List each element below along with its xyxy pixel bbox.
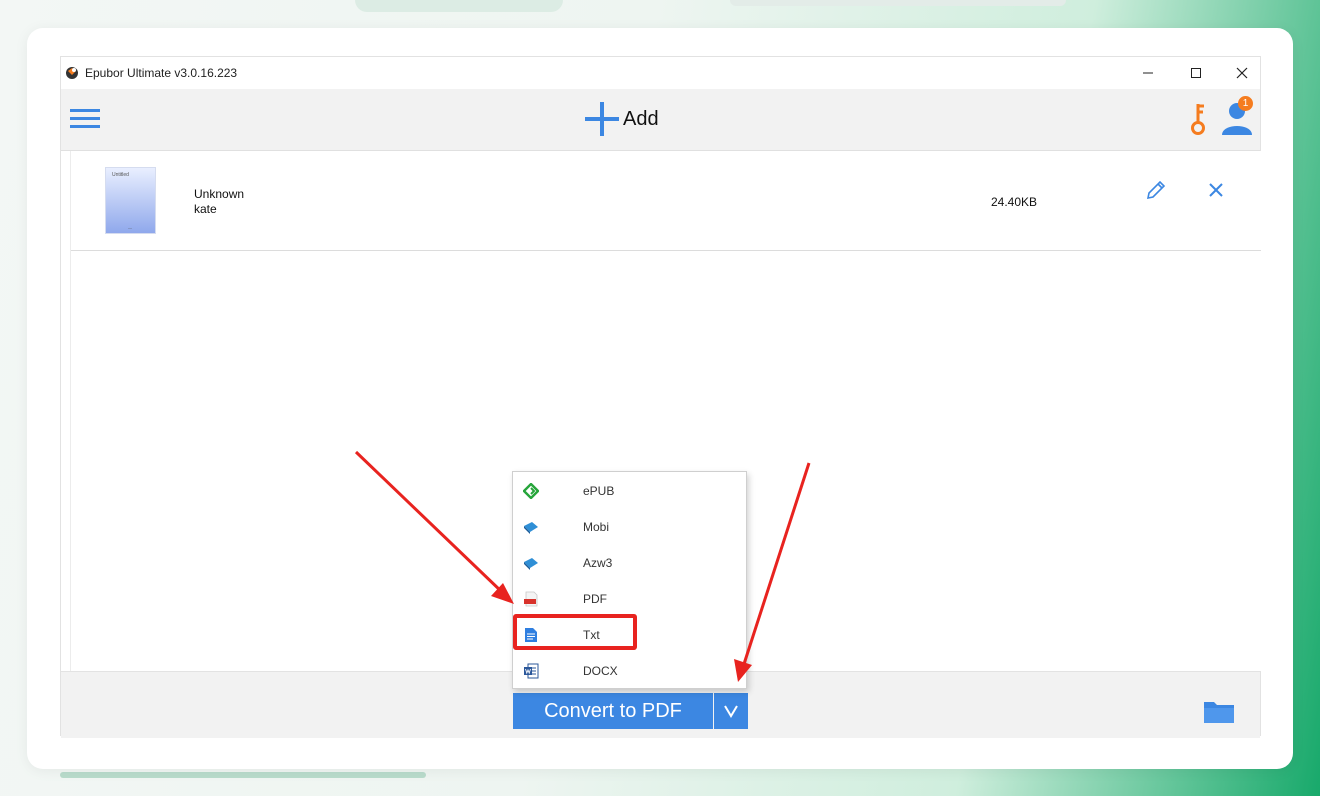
pdf-icon — [524, 591, 538, 607]
folder-icon[interactable] — [1203, 699, 1235, 725]
chevron-down-icon — [724, 705, 738, 718]
hamburger-menu-icon[interactable] — [69, 106, 101, 132]
cover-mark: — — [128, 225, 132, 230]
app-logo-icon — [66, 67, 78, 79]
close-window-button[interactable] — [1219, 61, 1265, 85]
minimize-icon — [1143, 72, 1153, 74]
docx-icon — [524, 663, 539, 679]
maximize-icon — [1191, 68, 1201, 78]
close-icon — [1236, 67, 1248, 79]
background-decoration — [730, 0, 1066, 6]
book-author: kate — [194, 202, 217, 216]
menu-item-label: Mobi — [583, 520, 610, 534]
mobi-icon — [524, 522, 538, 534]
menu-item-pdf[interactable]: PDF — [513, 581, 746, 617]
menu-item-azw3[interactable]: Azw3 — [513, 545, 746, 581]
format-dropdown-toggle[interactable] — [714, 693, 748, 729]
annotation-highlight-box — [513, 614, 637, 650]
background-decoration — [60, 772, 426, 778]
menu-item-epub[interactable]: ePUB — [513, 473, 746, 509]
book-title: Unknown — [194, 187, 245, 201]
edit-pencil-icon[interactable] — [1145, 179, 1167, 201]
background-decoration — [355, 0, 563, 12]
maximize-button[interactable] — [1173, 61, 1219, 85]
book-cover: Untitled — — [105, 167, 156, 234]
key-icon[interactable] — [1187, 101, 1209, 137]
minimize-button[interactable] — [1125, 61, 1171, 85]
remove-book-icon[interactable] — [1207, 181, 1225, 199]
epub-icon — [523, 483, 539, 499]
menu-item-mobi[interactable]: Mobi — [513, 509, 746, 545]
add-label: Add — [623, 107, 659, 130]
azw3-icon — [524, 558, 538, 570]
add-books-button[interactable]: Add — [585, 101, 659, 137]
plus-icon — [585, 102, 619, 136]
format-menu: ePUB Mobi Azw3 PDF Txt DOCX — [512, 471, 747, 689]
book-row[interactable]: Untitled — Unknown kate 24.40KB — [71, 151, 1261, 251]
menu-item-label: Azw3 — [583, 556, 613, 570]
book-size: 24.40KB — [991, 195, 1038, 209]
notification-badge: 1 — [1238, 96, 1253, 111]
menu-item-label: DOCX — [583, 664, 618, 678]
menu-item-label: ePUB — [583, 484, 615, 498]
window-title: Epubor Ultimate v3.0.16.223 — [85, 66, 238, 80]
menu-item-docx[interactable]: DOCX — [513, 653, 746, 689]
toolbar: Add 1 — [61, 89, 1260, 151]
title-bar: Epubor Ultimate v3.0.16.223 — [61, 57, 1260, 89]
cover-title: Untitled — [112, 172, 129, 178]
menu-item-label: PDF — [583, 592, 607, 606]
convert-button[interactable]: Convert to PDF — [513, 693, 713, 729]
